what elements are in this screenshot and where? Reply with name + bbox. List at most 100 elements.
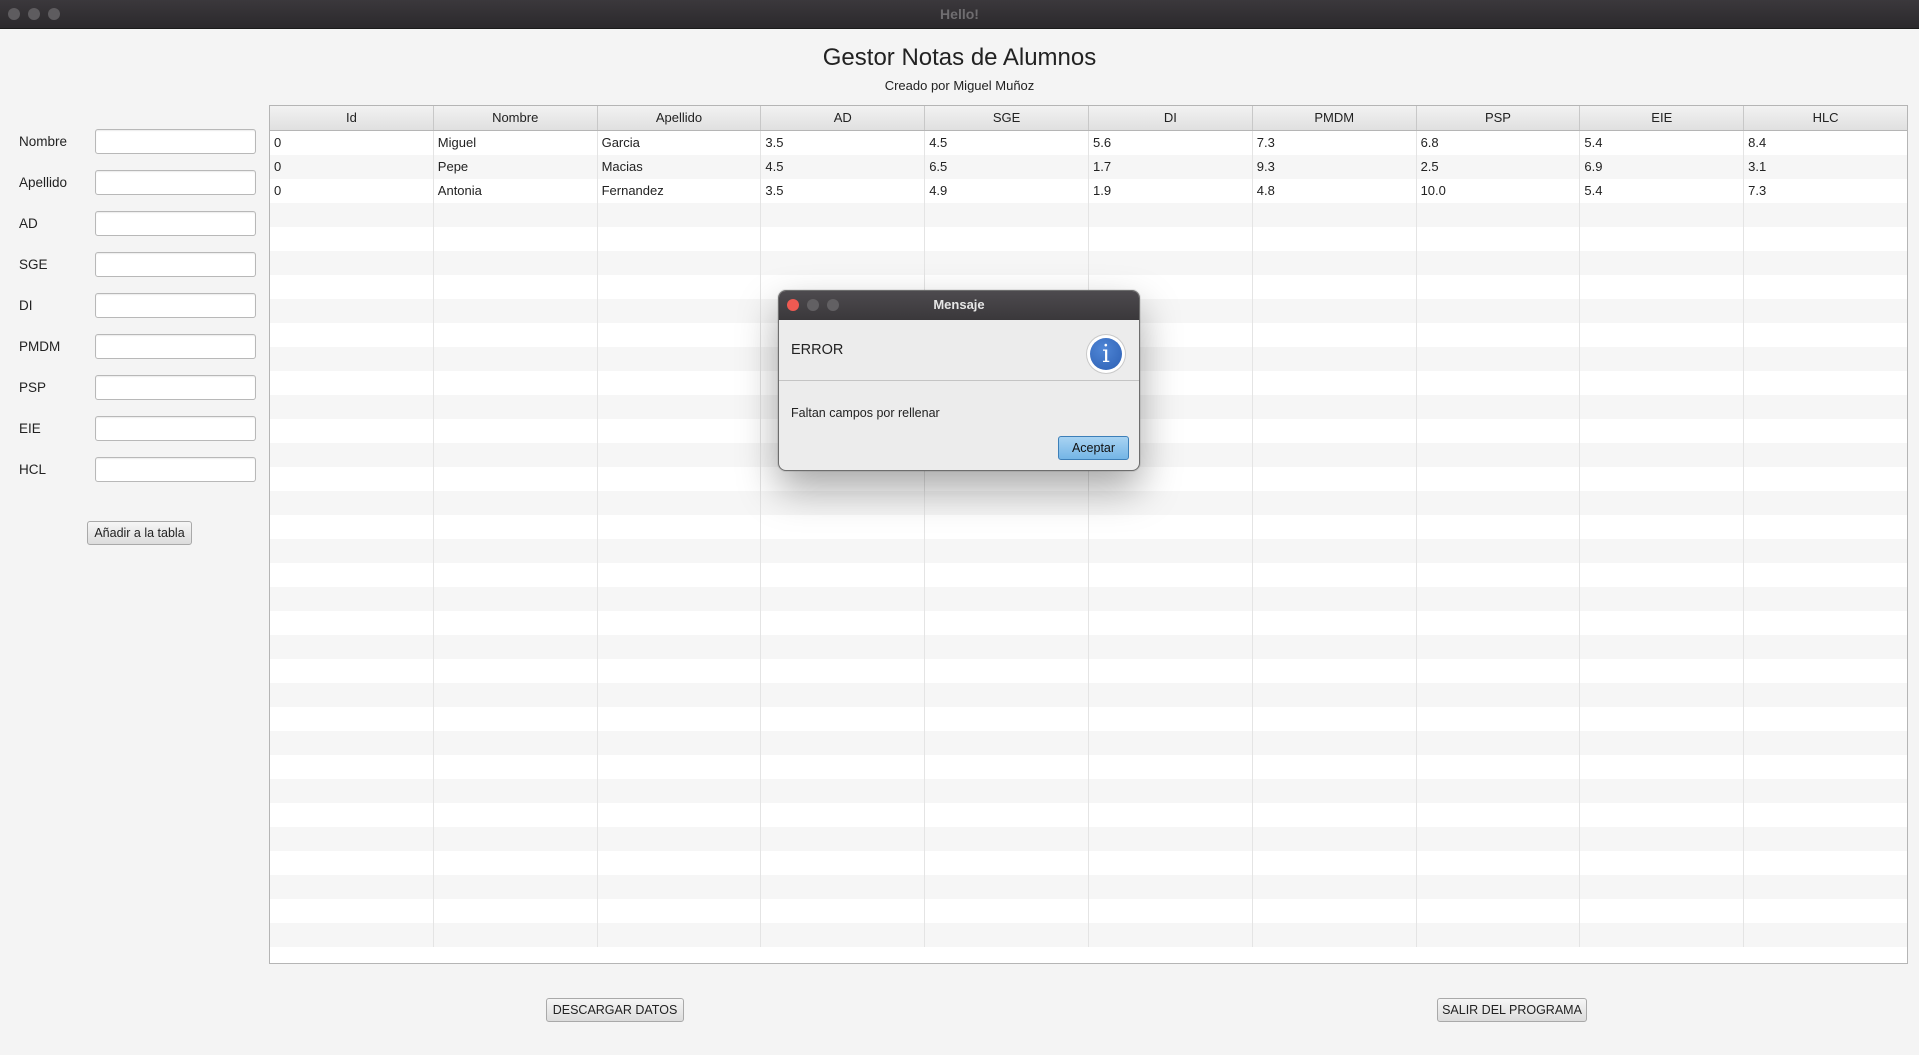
table-row[interactable]	[270, 803, 1907, 827]
table-cell	[598, 227, 762, 251]
table-cell	[270, 707, 434, 731]
download-data-button[interactable]: DESCARGAR DATOS	[546, 998, 684, 1022]
table-cell: 0	[270, 179, 434, 203]
table-row[interactable]	[270, 251, 1907, 275]
table-cell	[1417, 395, 1581, 419]
column-header-id[interactable]: Id	[270, 106, 434, 130]
table-cell	[434, 563, 598, 587]
table-cell	[270, 203, 434, 227]
column-header-psp[interactable]: PSP	[1417, 106, 1581, 130]
table-cell: 3.5	[761, 179, 926, 203]
table-cell	[434, 443, 598, 467]
table-row[interactable]	[270, 635, 1907, 659]
table-row[interactable]	[270, 683, 1907, 707]
table-cell	[761, 563, 926, 587]
table-row[interactable]	[270, 923, 1907, 947]
table-cell	[1580, 203, 1745, 227]
exit-program-button[interactable]: SALIR DEL PROGRAMA	[1437, 998, 1587, 1022]
column-header-ad[interactable]: AD	[761, 106, 926, 130]
table-cell	[1089, 611, 1253, 635]
table-cell	[925, 875, 1089, 899]
accept-button[interactable]: Aceptar	[1058, 436, 1129, 460]
table-row[interactable]	[270, 491, 1907, 515]
table-cell	[1253, 515, 1417, 539]
dialog-header-text: ERROR	[791, 342, 844, 358]
table-cell	[1089, 827, 1253, 851]
table-cell	[434, 419, 598, 443]
apellido-input[interactable]	[95, 170, 256, 195]
table-cell	[761, 827, 926, 851]
table-cell	[270, 515, 434, 539]
table-cell	[1253, 659, 1417, 683]
table-cell	[1417, 323, 1581, 347]
table-row[interactable]: 0 Antonia Fernandez 3.5 4.9 1.9 4.8 10.0 5.4 7.3	[270, 179, 1907, 203]
table-cell	[598, 635, 762, 659]
table-cell	[925, 899, 1089, 923]
table-cell	[270, 467, 434, 491]
table-row[interactable]	[270, 227, 1907, 251]
column-header-nombre[interactable]: Nombre	[434, 106, 598, 130]
table-cell	[598, 683, 762, 707]
table-row[interactable]	[270, 707, 1907, 731]
table-row[interactable]	[270, 851, 1907, 875]
di-input[interactable]	[95, 293, 256, 318]
table-row[interactable]	[270, 563, 1907, 587]
table-cell	[270, 275, 434, 299]
table-row[interactable]	[270, 611, 1907, 635]
table-cell	[761, 899, 926, 923]
column-header-hlc[interactable]: HLC	[1744, 106, 1907, 130]
eie-input[interactable]	[95, 416, 256, 441]
table-row[interactable]	[270, 731, 1907, 755]
table-row[interactable]	[270, 539, 1907, 563]
table-cell	[434, 683, 598, 707]
table-row[interactable]	[270, 755, 1907, 779]
table-cell: 1.9	[1089, 179, 1253, 203]
nombre-input[interactable]	[95, 129, 256, 154]
table-row[interactable]	[270, 875, 1907, 899]
table-row[interactable]	[270, 779, 1907, 803]
table-row[interactable]: 0 Miguel Garcia 3.5 4.5 5.6 7.3 6.8 5.4 8.4	[270, 131, 1907, 155]
table-cell	[1744, 323, 1907, 347]
table-cell	[1089, 635, 1253, 659]
table-cell	[1417, 635, 1581, 659]
table-row[interactable]	[270, 203, 1907, 227]
alert-dialog: Mensaje ERROR i Faltan campos por rellen…	[778, 290, 1140, 471]
ad-input[interactable]	[95, 211, 256, 236]
table-cell	[434, 635, 598, 659]
table-cell: 4.9	[925, 179, 1089, 203]
sge-input[interactable]	[95, 252, 256, 277]
table-row[interactable]	[270, 659, 1907, 683]
table-row[interactable]	[270, 587, 1907, 611]
pmdm-input[interactable]	[95, 334, 256, 359]
table-cell	[434, 707, 598, 731]
column-header-di[interactable]: DI	[1089, 106, 1253, 130]
table-cell	[434, 323, 598, 347]
column-header-pmdm[interactable]: PMDM	[1253, 106, 1417, 130]
table-cell	[1580, 443, 1745, 467]
table-cell	[1253, 875, 1417, 899]
column-header-apellido[interactable]: Apellido	[598, 106, 762, 130]
table-row[interactable]	[270, 515, 1907, 539]
table-cell	[1253, 899, 1417, 923]
psp-input[interactable]	[95, 375, 256, 400]
info-icon-glyph: i	[1090, 338, 1122, 370]
add-to-table-button[interactable]: Añadir a la tabla	[87, 521, 192, 545]
hcl-input[interactable]	[95, 457, 256, 482]
table-cell	[270, 731, 434, 755]
table-cell	[1253, 803, 1417, 827]
table-cell	[925, 803, 1089, 827]
column-header-sge[interactable]: SGE	[925, 106, 1089, 130]
table-row[interactable]	[270, 827, 1907, 851]
table-cell	[598, 851, 762, 875]
table-cell	[1744, 611, 1907, 635]
table-cell	[598, 467, 762, 491]
table-row[interactable]	[270, 899, 1907, 923]
grades-table[interactable]: Id Nombre Apellido AD SGE DI PMDM PSP EI…	[269, 105, 1908, 964]
table-cell: Antonia	[434, 179, 598, 203]
table-cell	[598, 395, 762, 419]
column-header-eie[interactable]: EIE	[1580, 106, 1745, 130]
table-row[interactable]: 0 Pepe Macias 4.5 6.5 1.7 9.3 2.5 6.9 3.1	[270, 155, 1907, 179]
page-subtitle: Creado por Miguel Muñoz	[884, 78, 1035, 93]
table-cell	[1580, 251, 1745, 275]
table-cell	[1253, 539, 1417, 563]
